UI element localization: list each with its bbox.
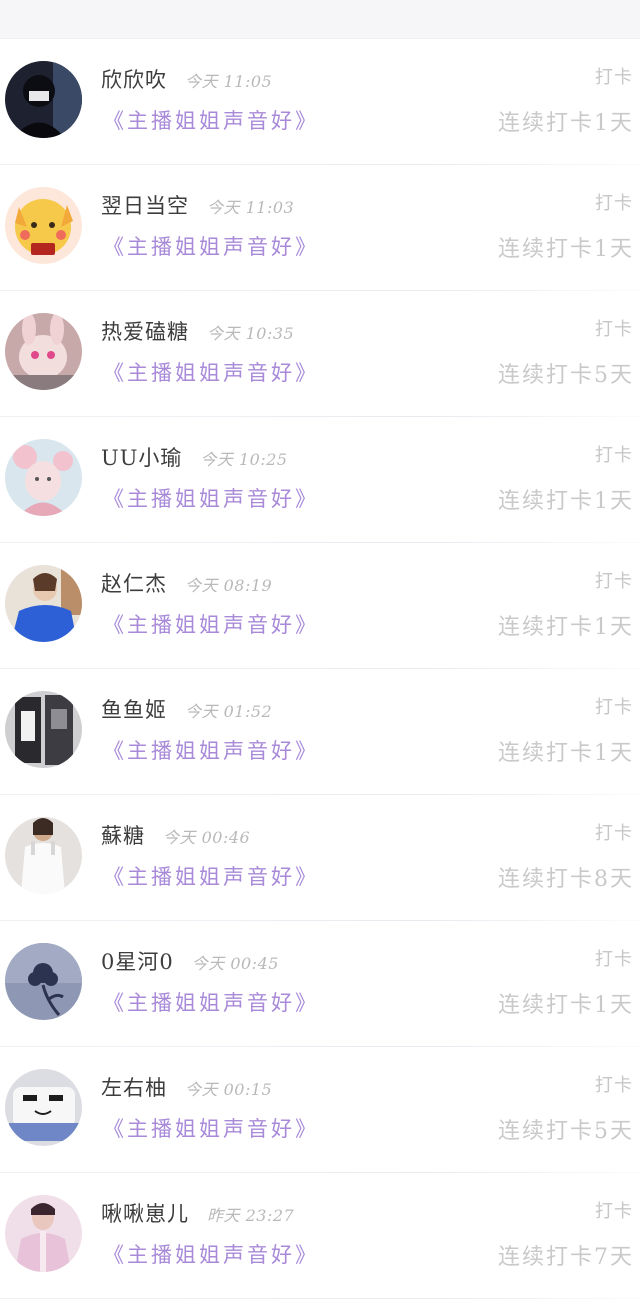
program-title[interactable]: 《主播姐姐声音好》 — [103, 609, 319, 639]
checkin-label: 打卡 — [595, 319, 633, 340]
checkin-label: 打卡 — [595, 1201, 633, 1222]
streak-text: 连续打卡5天 — [498, 363, 634, 388]
checkin-label: 打卡 — [595, 1075, 633, 1096]
user-avatar-icon[interactable] — [5, 61, 82, 138]
checkin-time: 今天 00:15 — [185, 1080, 273, 1099]
user-avatar-icon[interactable] — [5, 187, 82, 264]
list-item[interactable]: 赵仁杰 今天 08:19 《主播姐姐声音好》 打卡 连续打卡1天 — [0, 543, 640, 669]
streak-text: 连续打卡7天 — [498, 1245, 634, 1270]
checkin-time: 今天 10:35 — [207, 324, 295, 343]
streak-text: 连续打卡1天 — [498, 237, 634, 262]
list-item[interactable]: UU小瑜 今天 10:25 《主播姐姐声音好》 打卡 连续打卡1天 — [0, 417, 640, 543]
checkin-label: 打卡 — [595, 949, 633, 970]
streak-text: 连续打卡5天 — [498, 1119, 634, 1144]
program-title[interactable]: 《主播姐姐声音好》 — [103, 231, 319, 261]
checkin-label: 打卡 — [595, 67, 633, 88]
streak-text: 连续打卡1天 — [498, 741, 634, 766]
row-divider — [98, 1298, 640, 1299]
program-title[interactable]: 《主播姐姐声音好》 — [103, 105, 319, 135]
program-title[interactable]: 《主播姐姐声音好》 — [103, 735, 319, 765]
checkin-time: 今天 08:19 — [185, 576, 273, 595]
checkin-time: 今天 01:52 — [185, 702, 273, 721]
checkin-label: 打卡 — [595, 571, 633, 592]
checkin-time: 今天 11:03 — [207, 198, 295, 217]
user-avatar-icon[interactable] — [5, 691, 82, 768]
user-name[interactable]: 啾啾崽儿 — [101, 1198, 189, 1228]
user-name[interactable]: 翌日当空 — [101, 190, 189, 220]
checkin-time: 昨天 23:27 — [207, 1206, 295, 1225]
user-avatar-icon[interactable] — [5, 1195, 82, 1272]
list-item[interactable]: 啾啾崽儿 昨天 23:27 《主播姐姐声音好》 打卡 连续打卡7天 — [0, 1173, 640, 1299]
user-avatar-icon[interactable] — [5, 817, 82, 894]
list-item[interactable]: 左右柚 今天 00:15 《主播姐姐声音好》 打卡 连续打卡5天 — [0, 1047, 640, 1173]
user-name[interactable]: 欣欣吹 — [101, 64, 167, 94]
checkin-list: 欣欣吹 今天 11:05 《主播姐姐声音好》 打卡 连续打卡1天 翌日当空 今天 — [0, 39, 640, 1299]
user-avatar-icon[interactable] — [5, 1069, 82, 1146]
checkin-time: 今天 11:05 — [185, 72, 273, 91]
program-title[interactable]: 《主播姐姐声音好》 — [103, 1113, 319, 1143]
list-item[interactable]: 蘇糖 今天 00:46 《主播姐姐声音好》 打卡 连续打卡8天 — [0, 795, 640, 921]
program-title[interactable]: 《主播姐姐声音好》 — [103, 1239, 319, 1269]
user-name[interactable]: 蘇糖 — [101, 820, 145, 850]
user-name[interactable]: 0星河0 — [101, 946, 174, 976]
list-item[interactable]: 0星河0 今天 00:45 《主播姐姐声音好》 打卡 连续打卡1天 — [0, 921, 640, 1047]
checkin-label: 打卡 — [595, 193, 633, 214]
user-avatar-icon[interactable] — [5, 439, 82, 516]
checkin-label: 打卡 — [595, 697, 633, 718]
streak-text: 连续打卡1天 — [498, 993, 634, 1018]
list-item[interactable]: 鱼鱼姬 今天 01:52 《主播姐姐声音好》 打卡 连续打卡1天 — [0, 669, 640, 795]
user-avatar-icon[interactable] — [5, 313, 82, 390]
checkin-label: 打卡 — [595, 823, 633, 844]
user-name[interactable]: 热爱磕糖 — [101, 316, 189, 346]
checkin-time: 今天 10:25 — [200, 450, 288, 469]
user-name[interactable]: 鱼鱼姬 — [101, 694, 167, 724]
user-avatar-icon[interactable] — [5, 943, 82, 1020]
user-name[interactable]: 左右柚 — [101, 1072, 167, 1102]
streak-text: 连续打卡8天 — [498, 867, 634, 892]
user-avatar-icon[interactable] — [5, 565, 82, 642]
top-bar — [0, 0, 640, 39]
user-name[interactable]: UU小瑜 — [101, 442, 182, 472]
list-item[interactable]: 翌日当空 今天 11:03 《主播姐姐声音好》 打卡 连续打卡1天 — [0, 165, 640, 291]
streak-text: 连续打卡1天 — [498, 111, 634, 136]
list-item[interactable]: 热爱磕糖 今天 10:35 《主播姐姐声音好》 打卡 连续打卡5天 — [0, 291, 640, 417]
checkin-label: 打卡 — [595, 445, 633, 466]
program-title[interactable]: 《主播姐姐声音好》 — [103, 357, 319, 387]
program-title[interactable]: 《主播姐姐声音好》 — [103, 987, 319, 1017]
streak-text: 连续打卡1天 — [498, 489, 634, 514]
checkin-time: 今天 00:46 — [163, 828, 251, 847]
program-title[interactable]: 《主播姐姐声音好》 — [103, 861, 319, 891]
checkin-time: 今天 00:45 — [191, 954, 279, 973]
program-title[interactable]: 《主播姐姐声音好》 — [103, 483, 319, 513]
list-item[interactable]: 欣欣吹 今天 11:05 《主播姐姐声音好》 打卡 连续打卡1天 — [0, 39, 640, 165]
user-name[interactable]: 赵仁杰 — [101, 568, 167, 598]
streak-text: 连续打卡1天 — [498, 615, 634, 640]
